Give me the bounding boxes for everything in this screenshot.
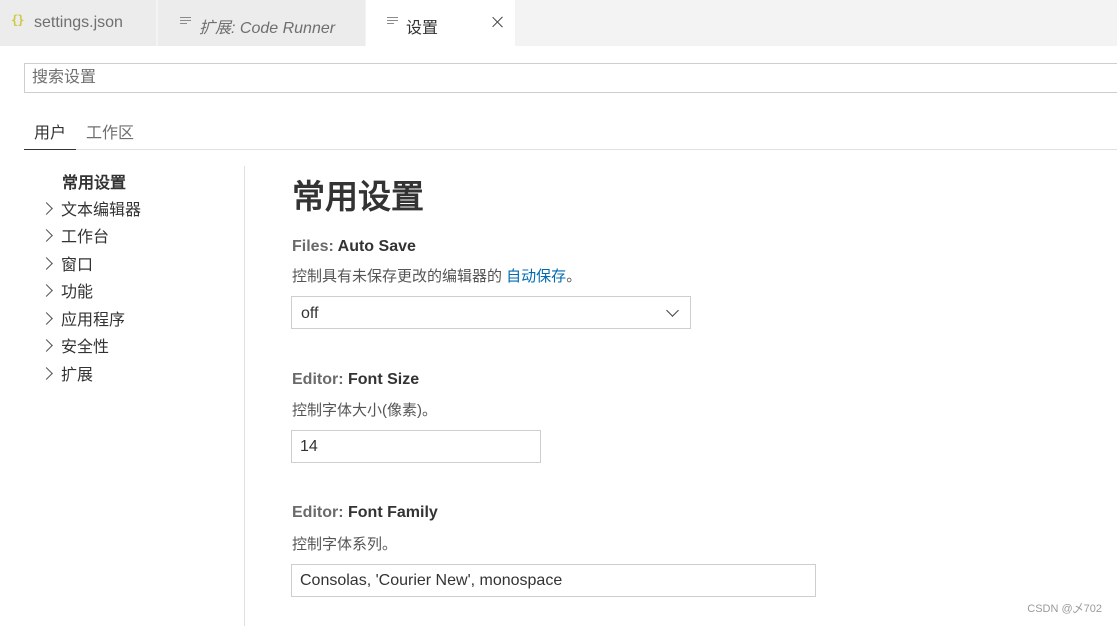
tab-extension-code-runner[interactable]: 扩展: Code Runner <box>158 0 365 46</box>
setting-category: Editor: <box>292 371 348 388</box>
auto-save-select[interactable]: off <box>291 296 691 329</box>
toc-item-label: 扩展 <box>61 367 94 384</box>
setting-key: Auto Save <box>337 238 416 255</box>
tab-label: 扩展: Code Runner <box>199 20 336 37</box>
chevron-right-icon <box>40 256 53 270</box>
toc-item-label: 常用设置 <box>62 175 127 192</box>
chevron-down-icon <box>666 304 679 317</box>
toc-item-label: 应用程序 <box>61 312 126 329</box>
search-input[interactable] <box>25 64 1117 92</box>
font-family-input[interactable] <box>291 564 816 597</box>
toc-item-extensions[interactable]: 扩展 <box>40 360 94 386</box>
chevron-right-icon <box>40 283 53 297</box>
setting-description-auto-save: 控制具有未保存更改的编辑器的 自动保存。 <box>292 265 581 286</box>
tab-settings[interactable]: 设置 <box>366 0 515 46</box>
settings-toc: 常用设置 文本编辑器 工作台 窗口 功能 应用程序 安全性 扩展 <box>0 166 245 626</box>
description-text: 控制具有未保存更改的编辑器的 <box>292 268 507 285</box>
setting-category: Files: <box>292 238 338 255</box>
toc-item-label: 文本编辑器 <box>61 202 142 219</box>
setting-title-font-size: Editor: Font Size <box>292 371 419 389</box>
chevron-right-icon <box>40 366 53 380</box>
tab-workspace[interactable]: 工作区 <box>86 119 134 149</box>
toc-item-workbench[interactable]: 工作台 <box>40 222 110 248</box>
toc-item-label: 窗口 <box>61 257 94 274</box>
json-braces-icon: {} <box>11 13 24 27</box>
chevron-right-icon <box>40 311 53 325</box>
settings-search-box <box>24 63 1117 93</box>
chevron-right-icon <box>40 201 53 215</box>
preview-lines-icon <box>180 17 191 28</box>
setting-key: Font Family <box>348 504 438 521</box>
setting-description-font-size: 控制字体大小(像素)。 <box>292 402 437 419</box>
close-icon[interactable] <box>491 15 505 29</box>
toc-item-window[interactable]: 窗口 <box>40 250 94 276</box>
toc-item-label: 功能 <box>61 284 94 301</box>
tab-user[interactable]: 用户 <box>24 119 76 150</box>
setting-description-font-family: 控制字体系列。 <box>292 536 398 553</box>
toc-item-label: 工作台 <box>61 229 110 246</box>
preview-lines-icon <box>387 17 398 28</box>
toc-item-features[interactable]: 功能 <box>40 277 94 303</box>
select-value: off <box>301 305 319 322</box>
chevron-right-icon <box>40 228 53 242</box>
page-title: 常用设置 <box>292 178 424 215</box>
tab-settings-json[interactable]: {} settings.json <box>0 0 157 46</box>
toc-item-security[interactable]: 安全性 <box>40 332 110 358</box>
settings-scope-tabs: 用户 工作区 <box>24 118 1117 150</box>
toc-item-application[interactable]: 应用程序 <box>40 305 126 331</box>
editor-tab-bar: {} settings.json 扩展: Code Runner 设置 <box>0 0 1117 46</box>
toc-item-commonly-used[interactable]: 常用设置 <box>62 168 126 194</box>
setting-category: Editor: <box>292 504 348 521</box>
setting-title-auto-save: Files: Auto Save <box>292 238 416 256</box>
toc-item-text-editor[interactable]: 文本编辑器 <box>40 195 142 221</box>
tab-label: 设置 <box>406 20 439 37</box>
description-text: 。 <box>566 268 582 285</box>
font-size-input[interactable] <box>291 430 541 463</box>
auto-save-link[interactable]: 自动保存 <box>506 268 566 285</box>
chevron-right-icon <box>40 338 53 352</box>
toc-item-label: 安全性 <box>61 339 110 356</box>
setting-title-font-family: Editor: Font Family <box>292 504 438 522</box>
setting-key: Font Size <box>348 371 420 388</box>
tab-label: settings.json <box>34 14 123 31</box>
watermark: CSDN @乄702 <box>1027 603 1102 615</box>
